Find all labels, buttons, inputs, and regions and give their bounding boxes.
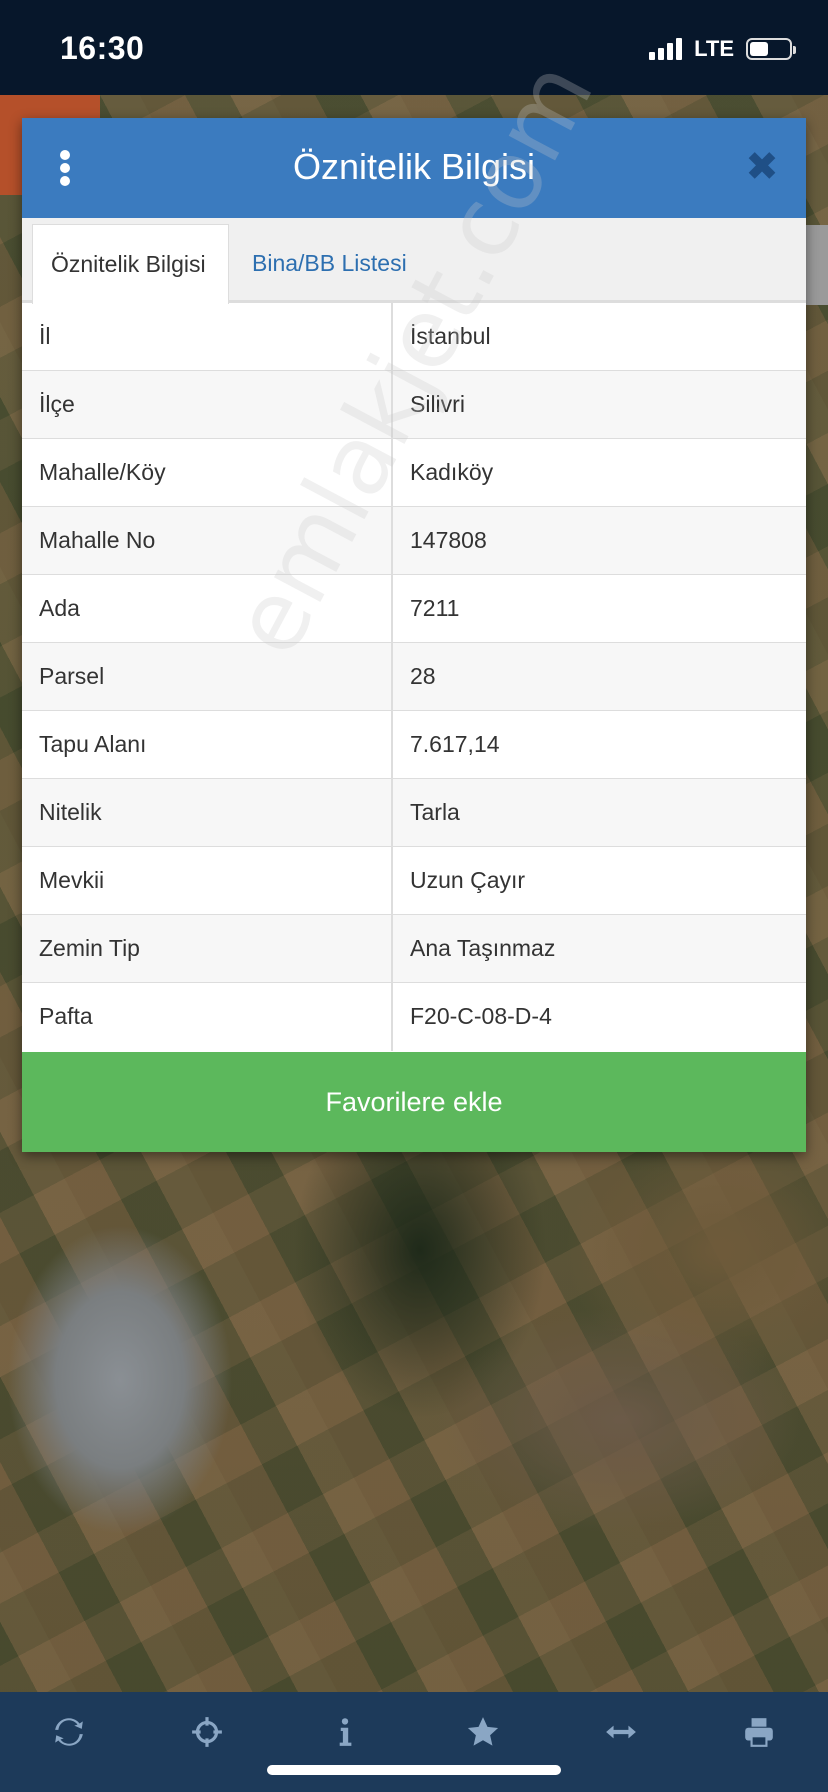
add-to-favorites-button[interactable]: Favorilere ekle	[22, 1052, 806, 1152]
status-time: 16:30	[60, 30, 145, 66]
table-row: Nitelik Tarla	[22, 778, 806, 847]
attribute-key: Pafta	[22, 982, 393, 1051]
map-edge-strip	[806, 225, 828, 305]
attribute-value: 7211	[392, 574, 806, 643]
table-row: İlçe Silivri	[22, 370, 806, 439]
home-indicator[interactable]	[267, 1765, 561, 1775]
table-row: Pafta F20-C-08-D-4	[22, 982, 806, 1051]
attribute-key: Ada	[22, 574, 393, 643]
table-row: Mevkii Uzun Çayır	[22, 846, 806, 915]
attribute-key: Mahalle No	[22, 506, 393, 575]
attribute-key: Mevkii	[22, 846, 393, 915]
attribute-value: F20-C-08-D-4	[392, 982, 806, 1051]
table-row: Ada 7211	[22, 574, 806, 643]
attribute-key: İlçe	[22, 370, 393, 439]
star-icon[interactable]	[453, 1702, 513, 1762]
attribute-value: Ana Taşınmaz	[392, 914, 806, 983]
network-type: LTE	[694, 36, 734, 61]
info-icon[interactable]	[315, 1702, 375, 1762]
table-row: Mahalle/Köy Kadıköy	[22, 438, 806, 507]
attribute-value: 147808	[392, 506, 806, 575]
measure-icon[interactable]	[591, 1702, 651, 1762]
attribute-key: İl	[22, 302, 393, 371]
attribute-table: İl İstanbul İlçe Silivri Mahalle/Köy Kadıköy M…	[22, 302, 806, 1051]
table-row: Mahalle No 147808	[22, 506, 806, 575]
battery-level	[750, 42, 768, 56]
attribute-key: Nitelik	[22, 778, 393, 847]
attribute-key: Tapu Alanı	[22, 710, 393, 779]
bottom-toolbar	[0, 1692, 828, 1792]
attribute-info-modal: Öznitelik Bilgisi ✖ Öznitelik Bilgisi Bi…	[22, 118, 806, 1152]
modal-title: Öznitelik Bilgisi	[292, 146, 536, 187]
tab-building-list[interactable]: Bina/BB Listesi	[242, 224, 417, 304]
attribute-value: Silivri	[392, 370, 806, 439]
attribute-value: 28	[392, 642, 806, 711]
status-bar: 16:30 LTE	[0, 0, 828, 95]
battery-icon	[746, 38, 796, 60]
attribute-key: Zemin Tip	[22, 914, 393, 983]
attribute-value: İstanbul	[392, 302, 806, 371]
attribute-value: Uzun Çayır	[392, 846, 806, 915]
table-row: Parsel 28	[22, 642, 806, 711]
table-row: İl İstanbul	[22, 302, 806, 371]
tab-attribute-info[interactable]: Öznitelik Bilgisi	[32, 224, 229, 304]
attribute-value: 7.617,14	[392, 710, 806, 779]
tab-bar: Öznitelik Bilgisi Bina/BB Listesi	[22, 218, 806, 304]
table-row: Tapu Alanı 7.617,14	[22, 710, 806, 779]
signal-icon	[649, 38, 683, 60]
crosshair-icon[interactable]	[177, 1702, 237, 1762]
modal-header: Öznitelik Bilgisi ✖	[22, 118, 806, 218]
table-row: Zemin Tip Ana Taşınmaz	[22, 914, 806, 983]
attribute-key: Parsel	[22, 642, 393, 711]
attribute-key: Mahalle/Köy	[22, 438, 393, 507]
attribute-value: Kadıköy	[392, 438, 806, 507]
close-icon[interactable]: ✖	[742, 142, 782, 192]
attribute-value: Tarla	[392, 778, 806, 847]
print-icon[interactable]	[729, 1702, 789, 1762]
refresh-icon[interactable]	[39, 1702, 99, 1762]
